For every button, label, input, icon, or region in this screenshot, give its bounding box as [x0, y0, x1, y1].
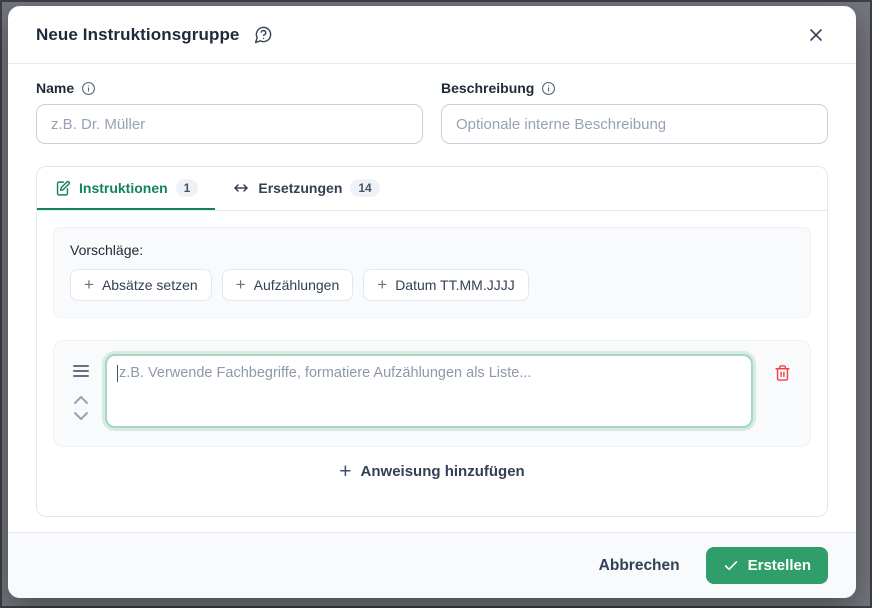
move-up-button[interactable]	[70, 392, 92, 408]
tab-bar: Instruktionen 1 Ersetzungen 14	[37, 167, 827, 211]
tab-instruktionen[interactable]: Instruktionen 1	[37, 167, 215, 210]
add-instruction-label: Anweisung hinzufügen	[361, 463, 525, 480]
create-button-label: Erstellen	[748, 557, 811, 574]
chip-label: Absätze setzen	[102, 277, 198, 293]
name-field-group: Name	[36, 80, 423, 144]
add-instruction-button[interactable]: + Anweisung hinzufügen	[339, 463, 524, 480]
swap-arrows-icon	[232, 179, 250, 197]
delete-instruction-button[interactable]	[770, 360, 795, 386]
check-icon	[723, 558, 739, 574]
chip-label: Aufzählungen	[254, 277, 340, 293]
description-input[interactable]	[441, 104, 828, 144]
chip-label: Datum TT.MM.JJJJ	[395, 277, 515, 293]
dialog-footer: Abbrechen Erstellen	[8, 532, 856, 598]
tab-label: Instruktionen	[79, 180, 168, 196]
tab-label: Ersetzungen	[258, 180, 342, 196]
tab-count-badge: 1	[176, 179, 199, 197]
close-button[interactable]	[802, 21, 830, 49]
drag-handle-icon[interactable]	[72, 364, 90, 378]
dialog-header: Neue Instruktionsgruppe	[8, 6, 856, 64]
plus-icon: +	[377, 278, 387, 292]
trash-icon	[774, 364, 791, 382]
close-icon	[806, 25, 826, 45]
name-input[interactable]	[36, 104, 423, 144]
description-label: Beschreibung	[441, 80, 534, 96]
file-pen-icon	[54, 180, 71, 197]
name-label: Name	[36, 80, 74, 96]
suggestions-label: Vorschläge:	[70, 242, 794, 258]
description-field-group: Beschreibung	[441, 80, 828, 144]
suggestion-chip-datum[interactable]: + Datum TT.MM.JJJJ	[363, 269, 528, 301]
text-cursor	[117, 365, 118, 382]
modal-backdrop: Neue Instruktionsgruppe	[0, 0, 872, 608]
instruction-textarea[interactable]	[105, 354, 753, 428]
suggestion-chip-absaetze[interactable]: + Absätze setzen	[70, 269, 212, 301]
dialog-title: Neue Instruktionsgruppe	[36, 25, 240, 45]
new-instruction-group-dialog: Neue Instruktionsgruppe	[8, 6, 856, 598]
instruction-row	[53, 340, 811, 447]
dialog-body: Name Beschreibung	[8, 64, 856, 532]
move-down-button[interactable]	[70, 408, 92, 424]
help-bubble-icon[interactable]	[250, 21, 277, 48]
plus-icon: +	[339, 464, 351, 480]
cancel-button[interactable]: Abbrechen	[599, 557, 680, 575]
info-icon[interactable]	[541, 81, 556, 96]
instructions-panel: Vorschläge: + Absätze setzen + Aufzählun…	[37, 211, 827, 516]
plus-icon: +	[84, 278, 94, 292]
tab-count-badge: 14	[350, 179, 379, 197]
tab-ersetzungen[interactable]: Ersetzungen 14	[215, 167, 396, 210]
chevron-down-icon	[72, 410, 90, 422]
suggestions-box: Vorschläge: + Absätze setzen + Aufzählun…	[53, 227, 811, 318]
plus-icon: +	[236, 278, 246, 292]
create-button[interactable]: Erstellen	[706, 547, 828, 584]
tabs-card: Instruktionen 1 Ersetzungen 14 Vorsch	[36, 166, 828, 517]
chevron-up-icon	[72, 394, 90, 406]
suggestion-chip-aufzaehlungen[interactable]: + Aufzählungen	[222, 269, 354, 301]
info-icon[interactable]	[81, 81, 96, 96]
